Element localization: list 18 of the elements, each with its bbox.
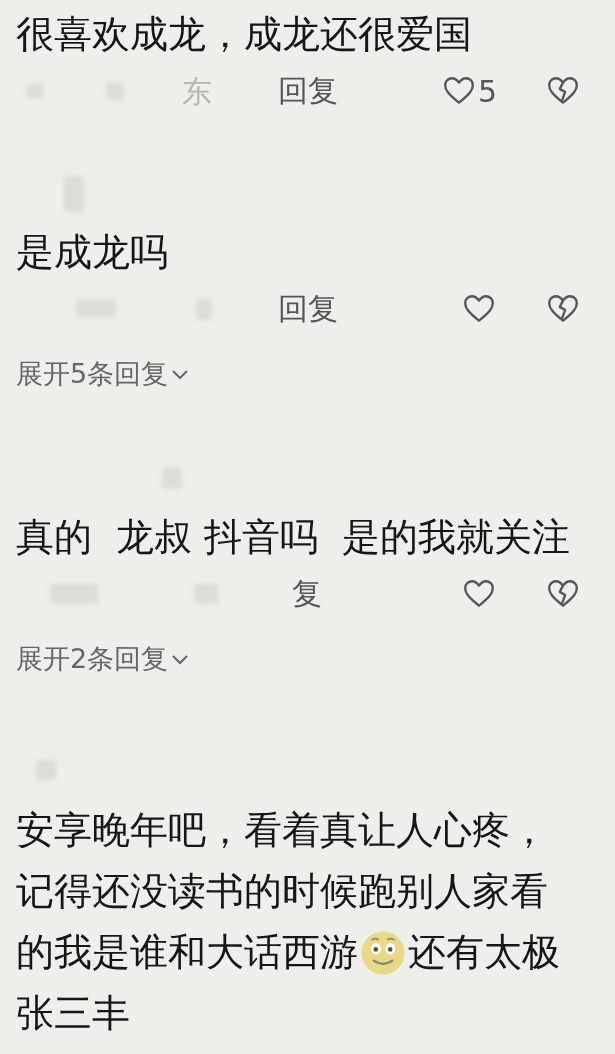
comment-text: 很喜欢成龙，成龙还很爱国	[16, 11, 472, 58]
comment-text: 张三丰	[16, 990, 130, 1037]
location-text: 东	[182, 72, 212, 111]
chevron-down-icon	[170, 652, 191, 666]
expand-replies-link[interactable]: 展开5条回复	[16, 343, 191, 405]
comment-text: 真的 龙叔 抖音吗 是的我就关注	[16, 514, 571, 561]
smiley-emoji-icon	[360, 929, 406, 976]
reply-button[interactable]: 回复	[278, 294, 338, 324]
comment-text: 是成龙吗	[16, 229, 168, 276]
comment-text: 的我是谁和大话西游	[16, 929, 358, 976]
reply-button[interactable]: 复	[292, 579, 322, 609]
chevron-down-icon	[170, 367, 191, 381]
comment-text: 安享晚年吧，看着真让人心疼，	[16, 807, 548, 854]
expand-replies-link[interactable]: 展开2条回复	[16, 628, 191, 690]
comment-text: 记得还没读书的时候跑别人家看	[16, 868, 548, 915]
comment-text: 还有太极	[408, 929, 560, 976]
reply-button[interactable]: 回复	[278, 76, 338, 106]
like-count: 5	[478, 72, 498, 111]
